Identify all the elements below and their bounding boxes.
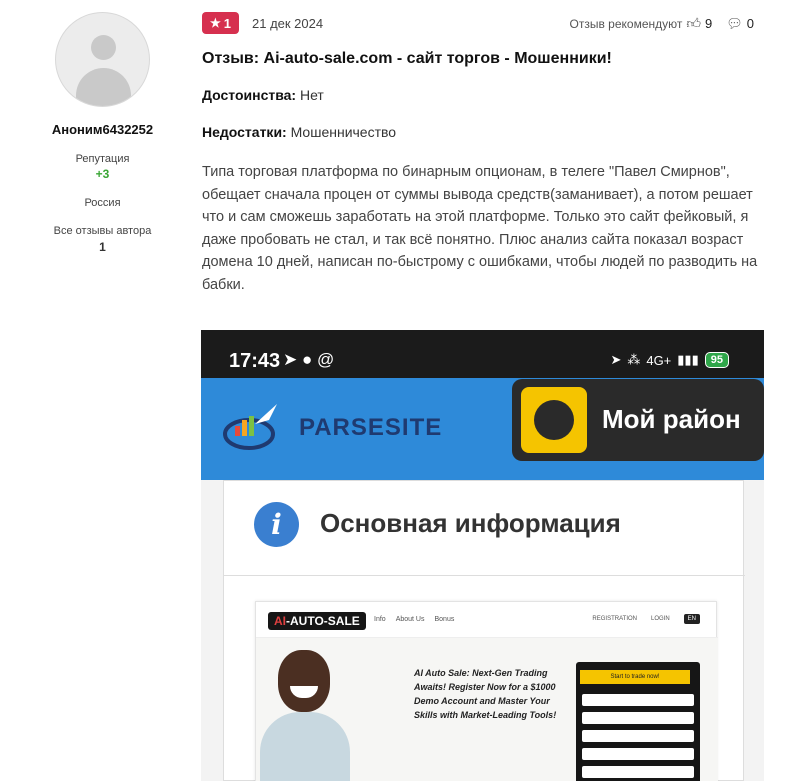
all-reviews-link[interactable]: Все отзывы автора — [0, 225, 205, 237]
info-card: i Основная информация AI-AUTO-SALE Info … — [223, 480, 745, 781]
site-links: Info About Us Bonus — [374, 616, 454, 623]
site-login: LOGIN — [650, 616, 670, 622]
site-link-info: Info — [374, 616, 386, 623]
form-field — [582, 694, 694, 706]
hero-person-image — [260, 650, 350, 781]
reputation-value: +3 — [95, 167, 110, 181]
site-lang: EN — [683, 614, 700, 624]
site-link-bonus: Bonus — [434, 616, 455, 623]
review-screenshot[interactable]: 17:43 ➤ ● @ ➤ ⁂ 4G+ ▮▮▮ 95 PARSESITE Мой… — [201, 330, 764, 781]
info-icon: i — [254, 502, 299, 547]
recommend-bar: Отзыв рекомендуют 👍︎ 9 💬︎ 0 — [570, 15, 764, 32]
signup-form: Start to trade now! — [576, 662, 700, 781]
review-title[interactable]: Отзыв: Ai-auto-sale.com - сайт торгов - … — [202, 50, 612, 68]
rating-value: 1 — [223, 15, 231, 31]
site-account-links: REGISTRATION LOGIN EN — [592, 614, 700, 624]
likes-count: 9 — [705, 16, 713, 31]
recommend-label: Отзыв рекомендуют — [569, 16, 683, 31]
site-hero: AI Auto Sale: Next-Gen Trading Awaits! R… — [256, 638, 718, 781]
bluetooth-icon: ⁂ — [627, 352, 641, 367]
rayon-logo-icon — [521, 387, 587, 453]
cta-button: Start to trade now! — [580, 670, 690, 684]
cons-value: Мошенничество — [290, 124, 397, 140]
reputation-label: Репутация — [75, 153, 130, 165]
status-right-icons: ➤ ⁂ 4G+ ▮▮▮ 95 — [610, 352, 729, 368]
comment-icon[interactable]: 💬︎ — [726, 16, 743, 32]
review-cons: Недостатки: Мошенничество — [202, 124, 396, 140]
form-field — [582, 766, 694, 778]
form-field — [582, 730, 694, 742]
avatar-body-shape — [76, 68, 131, 106]
battery-level: 95 — [704, 352, 729, 368]
review-text: Типа торговая платформа по бинарным опци… — [202, 164, 758, 293]
author-country: Россия — [84, 197, 121, 209]
network-label: 4G+ — [646, 352, 672, 368]
star-icon: ★ — [210, 16, 221, 30]
location-icon: ➤ — [610, 352, 622, 367]
hero-text: AI Auto Sale: Next-Gen Trading Awaits! R… — [414, 668, 557, 720]
site-nav: AI-AUTO-SALE Info About Us Bonus REGISTR… — [256, 602, 718, 638]
author-name[interactable]: Аноним6432252 — [0, 122, 205, 137]
app-banner: PARSESITE Мой район — [201, 378, 764, 480]
form-field — [582, 748, 694, 760]
pros-label: Достоинства: — [202, 87, 297, 103]
form-field — [582, 712, 694, 724]
site-registration: REGISTRATION — [592, 616, 637, 622]
info-title: Основная информация — [320, 508, 621, 538]
rating-badge: ★ 1 — [202, 12, 239, 34]
rayon-name: Мой район — [602, 404, 741, 434]
signal-icon: ▮▮▮ — [677, 352, 699, 367]
cons-label: Недостатки: — [202, 124, 287, 140]
parsesite-name: PARSESITE — [299, 414, 443, 441]
parsesite-logo-icon — [223, 404, 277, 450]
avatar[interactable] — [55, 12, 150, 107]
site-preview: AI-AUTO-SALE Info About Us Bonus REGISTR… — [255, 601, 718, 781]
thumbs-up-icon[interactable]: 👍︎ — [686, 15, 701, 32]
phone-status-bar: 17:43 ➤ ● @ ➤ ⁂ 4G+ ▮▮▮ 95 — [201, 330, 764, 378]
all-reviews-count: 1 — [99, 240, 106, 254]
comments-count: 0 — [746, 16, 754, 31]
status-time: 17:43 — [229, 350, 281, 372]
site-link-about: About Us — [395, 616, 425, 623]
pros-value: Нет — [300, 87, 324, 103]
rayon-app-card: Мой район — [512, 379, 764, 461]
status-left-icons: ➤ ● @ — [283, 350, 335, 369]
avatar-head-shape — [91, 35, 116, 60]
info-header: i Основная информация — [224, 481, 745, 576]
review-date: 21 дек 2024 — [252, 16, 324, 31]
site-logo: AI-AUTO-SALE — [268, 612, 366, 630]
review-pros: Достоинства: Нет — [202, 87, 324, 103]
